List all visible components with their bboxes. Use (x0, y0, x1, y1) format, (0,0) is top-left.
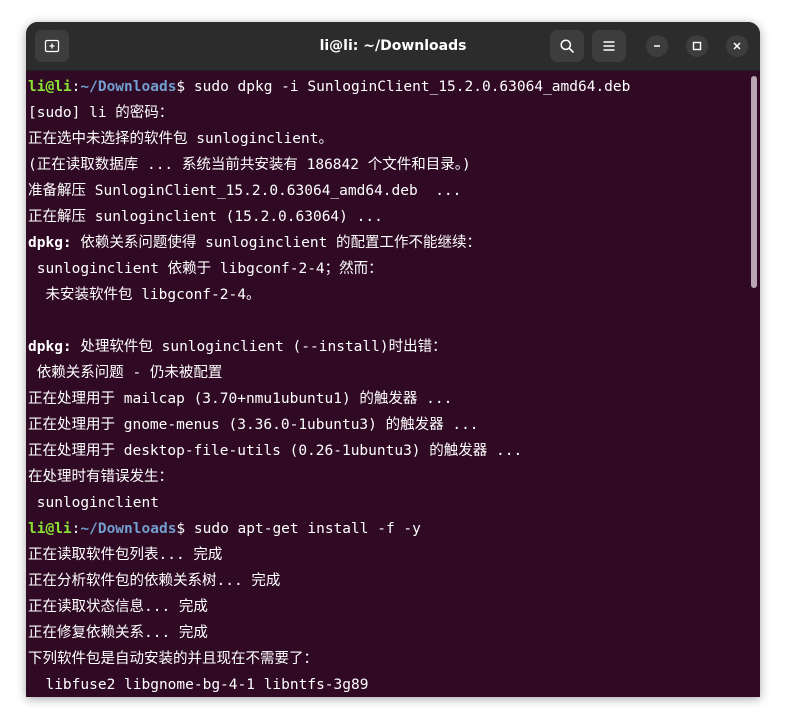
search-icon (560, 39, 574, 53)
terminal-line: dpkg: 依赖关系问题使得 sunloginclient 的配置工作不能继续： (28, 230, 630, 256)
close-icon (733, 42, 741, 50)
command-text: sudo apt-get install -f -y (185, 521, 421, 537)
terminal-line: 正在处理用于 desktop-file-utils (0.26-1ubuntu3… (28, 443, 523, 459)
terminal-line: 未安装软件包 libgconf-2-4。 (28, 287, 261, 303)
prompt-user: li@li (28, 521, 72, 537)
terminal-lines: li@li:~/Downloads$ sudo dpkg -i Sunlogin… (28, 74, 630, 697)
terminal-line: (正在读取数据库 ... 系统当前共安装有 186842 个文件和目录。) (28, 157, 471, 173)
minimize-button[interactable] (646, 35, 668, 57)
header-bar[interactable]: li@li: ~/Downloads (26, 22, 760, 71)
terminal-line: li@li:~/Downloads$ sudo apt-get install … (28, 516, 630, 542)
command-text: sudo dpkg -i SunloginClient_15.2.0.63064… (185, 79, 631, 95)
search-button[interactable] (550, 30, 584, 62)
terminal-line: 正在分析软件包的依赖关系树... 完成 (28, 573, 281, 589)
terminal-line: 准备解压 SunloginClient_15.2.0.63064_amd64.d… (28, 183, 462, 199)
terminal-line: li@li:~/Downloads$ sudo dpkg -i Sunlogin… (28, 74, 630, 100)
terminal-line: 正在处理用于 mailcap (3.70+nmu1ubuntu1) 的触发器 .… (28, 391, 453, 407)
terminal-line: 正在选中未选择的软件包 sunloginclient。 (28, 131, 333, 147)
terminal-line: 正在修复依赖关系... 完成 (28, 625, 208, 641)
prompt-path: ~/Downloads (80, 79, 177, 95)
terminal-line: [sudo] li 的密码： (28, 105, 174, 121)
terminal-line: sunloginclient 依赖于 libgconf-2-4；然而： (28, 261, 383, 277)
close-button[interactable] (726, 35, 748, 57)
minimize-icon (654, 45, 660, 47)
terminal-window: li@li: ~/Downloads li@li:~/Downloads$ su… (26, 22, 760, 697)
menu-button[interactable] (592, 30, 626, 62)
terminal-line: 正在读取状态信息... 完成 (28, 599, 208, 615)
maximize-button[interactable] (686, 35, 708, 57)
dpkg-label: dpkg: (28, 339, 72, 355)
terminal-line: 在处理时有错误发生： (28, 469, 173, 485)
line-text: 依赖关系问题使得 sunloginclient 的配置工作不能继续： (71, 235, 482, 251)
terminal-line: sunloginclient (28, 495, 159, 511)
prompt-symbol: $ (176, 521, 186, 537)
hamburger-menu-icon (603, 41, 615, 51)
prompt-user: li@li (28, 79, 72, 95)
terminal-line: 下列软件包是自动安装的并且现在不需要了： (28, 651, 318, 667)
maximize-icon (692, 41, 702, 51)
terminal-line: 正在读取软件包列表... 完成 (28, 547, 223, 563)
terminal-line: 正在处理用于 gnome-menus (3.36.0-1ubuntu3) 的触发… (28, 417, 479, 433)
terminal-output[interactable]: li@li:~/Downloads$ sudo dpkg -i Sunlogin… (26, 71, 760, 697)
prompt-symbol: $ (176, 79, 186, 95)
dpkg-label: dpkg: (28, 235, 72, 251)
vertical-scrollbar[interactable] (751, 76, 757, 288)
terminal-line: 正在解压 sunloginclient (15.2.0.63064) ... (28, 209, 383, 225)
prompt-path: ~/Downloads (80, 521, 177, 537)
line-text: 处理软件包 sunloginclient (--install)时出错： (71, 339, 447, 355)
terminal-line: libfuse2 libgnome-bg-4-1 libntfs-3g89 (28, 677, 369, 693)
terminal-line: 依赖关系问题 - 仍未被配置 (28, 365, 223, 381)
terminal-line: dpkg: 处理软件包 sunloginclient (--install)时出… (28, 334, 630, 360)
